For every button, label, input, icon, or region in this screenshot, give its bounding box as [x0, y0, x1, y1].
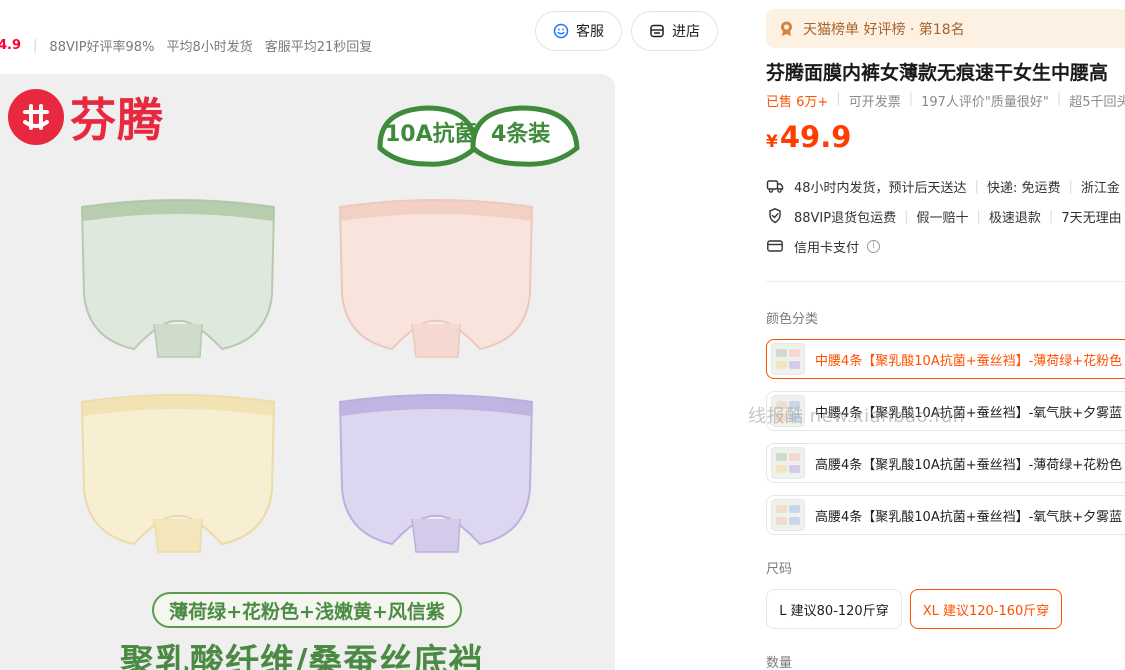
size-option-xl[interactable]: XL 建议120-160斤穿 — [910, 589, 1062, 629]
sold-count: 已售 6万+ — [766, 95, 829, 110]
badge-pack-count: 4条装 — [491, 122, 551, 147]
option-thumbnail — [771, 343, 805, 375]
stat-reply-time: 客服平均21秒回复 — [264, 39, 373, 55]
separator: | — [1056, 91, 1062, 106]
shield-hands-icon — [769, 208, 781, 224]
delivery-info: 48小时内发货，预计后天送达 | 快递: 免运费 | 浙江金 — [766, 176, 1120, 196]
medal-icon — [781, 21, 792, 36]
color-option-4[interactable]: 高腰4条【聚乳酸10A抗菌+蚕丝裆】-氧气肤+夕雾蓝 — [766, 495, 1125, 535]
repeat-customers: 超5千回头 — [1069, 95, 1125, 110]
product-main-image[interactable]: 芬腾 10A抗菌 4条装 薄荷绿+花粉色+浅嫩黄+风信紫 聚乳酸纤维/桑蚕丝底裆 — [0, 74, 615, 670]
option-thumbnail — [771, 499, 805, 531]
separator: | — [908, 91, 914, 106]
delivery-eta: 48小时内发货，预计后天送达 — [794, 180, 967, 196]
ranking-banner[interactable]: 天猫榜单 好评榜 · 第18名 — [766, 9, 1125, 48]
fast-refund: 极速退款 — [988, 210, 1041, 226]
shop-stats-bar: 4.9 | 88VIP好评率98% 平均8小时发货 客服平均21秒回复 — [0, 34, 384, 56]
ranking-text: 天猫榜单 好评榜 · 第18名 — [803, 21, 965, 38]
size-option-l[interactable]: L 建议80-120斤穿 — [766, 589, 902, 629]
stat-vip-rate: 88VIP好评率98% — [49, 39, 155, 55]
vip-return-shipping: 88VIP退货包运费 — [794, 210, 897, 226]
color-option-1[interactable]: 中腰4条【聚乳酸10A抗菌+蚕丝裆】-薄荷绿+花粉色 — [766, 339, 1125, 379]
truck-icon — [766, 180, 784, 193]
brief-light-yellow — [80, 394, 276, 553]
credit-card-payment: 信用卡支付 — [794, 240, 860, 256]
separator: | — [974, 178, 979, 194]
color-section-label: 颜色分类 — [766, 312, 819, 327]
color-combo-tag: 薄荷绿+花粉色+浅嫩黄+风信紫 — [152, 592, 462, 628]
shipping-fee: 快递: 免运费 — [986, 180, 1061, 196]
color-option-label: 中腰4条【聚乳酸10A抗菌+蚕丝裆】-薄荷绿+花粉色 — [815, 353, 1123, 369]
info-icon[interactable]: i — [867, 239, 881, 253]
brand-glyph-icon — [23, 104, 49, 130]
chat-bubble-icon — [553, 23, 569, 39]
brief-hyacinth-purple — [338, 394, 534, 553]
separator: | — [836, 91, 841, 106]
payment-info: 信用卡支付 i — [766, 236, 881, 256]
separator: | — [976, 208, 981, 224]
review-summary[interactable]: 197人评价"质量很好" — [921, 91, 1049, 110]
product-meta: 已售 6万+ | 可开发票 | 197人评价"质量很好" | 超5千回头 — [766, 91, 1125, 110]
separator: | — [1048, 208, 1054, 224]
badge-antibacterial: 10A抗菌 — [385, 122, 477, 147]
feature-badges: 10A抗菌 4条装 — [375, 96, 580, 172]
brand-logo: 芬腾 — [8, 84, 164, 150]
customer-service-button[interactable]: 客服 — [535, 11, 622, 51]
watermark: 线报酷 new.xianbao.fun — [748, 406, 965, 427]
enter-shop-label: 进店 — [672, 24, 700, 40]
separator: | — [904, 208, 909, 224]
stat-ship-time: 平均8小时发货 — [166, 39, 253, 55]
price: ¥49.9 — [766, 120, 851, 154]
quantity-section-label: 数量 — [766, 656, 793, 670]
section-divider — [766, 281, 1125, 282]
currency-symbol: ¥ — [766, 132, 778, 152]
counterfeit-compensation: 假一赔十 — [916, 210, 969, 226]
size-section-label: 尺码 — [766, 562, 793, 577]
enter-shop-button[interactable]: 进店 — [631, 11, 718, 51]
separator: | — [33, 37, 38, 53]
color-option-3[interactable]: 高腰4条【聚乳酸10A抗菌+蚕丝裆】-薄荷绿+花粉色 — [766, 443, 1125, 483]
separator: | — [1068, 178, 1073, 194]
seven-day-return: 7天无理由 — [1061, 210, 1122, 226]
customer-service-label: 客服 — [576, 24, 604, 40]
material-headline: 聚乳酸纤维/桑蚕丝底裆 — [120, 642, 484, 670]
invoice-available: 可开发票 — [848, 95, 901, 110]
credit-card-icon — [767, 240, 783, 252]
guarantee-info: 88VIP退货包运费 | 假一赔十 | 极速退款 | 7天无理由 — [766, 206, 1122, 226]
ship-from: 浙江金 — [1080, 180, 1120, 196]
brief-blossom-pink — [338, 199, 534, 358]
price-value: 49.9 — [779, 120, 852, 154]
brief-mint-green — [80, 199, 276, 358]
product-title: 芬腾面膜内裤女薄款无痕速干女生中腰高 — [766, 62, 1109, 84]
option-thumbnail — [771, 447, 805, 479]
brand-logo-text: 芬腾 — [70, 93, 164, 147]
color-option-label: 高腰4条【聚乳酸10A抗菌+蚕丝裆】-氧气肤+夕雾蓝 — [815, 509, 1123, 525]
color-option-label: 高腰4条【聚乳酸10A抗菌+蚕丝裆】-薄荷绿+花粉色 — [815, 457, 1123, 473]
shop-score: 4.9 — [0, 37, 22, 53]
brand-logo-mark — [8, 89, 64, 145]
store-icon — [650, 24, 664, 38]
